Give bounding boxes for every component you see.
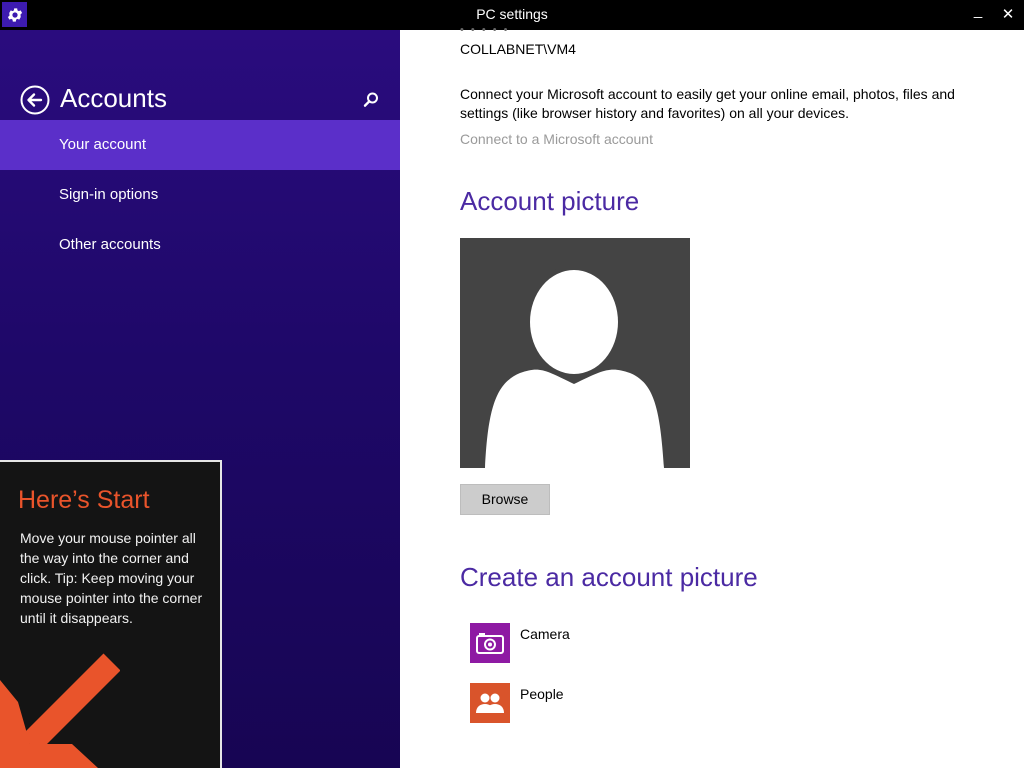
sidebar-title: Accounts [60,83,167,113]
account-dots: • • • • • [460,24,510,36]
account-picture [460,238,690,468]
people-app-label[interactable]: People [520,686,564,702]
sidebar-item-label: Your account [59,136,147,153]
tip-body: Move your mouse pointer all the way into… [20,530,203,626]
people-icon [476,693,504,713]
search-button[interactable] [362,91,380,109]
camera-app-tile[interactable] [470,623,510,663]
sidebar-item-other-accounts[interactable]: Other accounts [0,220,400,270]
title-bar: PC settings _ ✕ [0,0,1024,30]
close-button[interactable]: ✕ [998,4,1018,24]
camera-app-label[interactable]: Camera [520,626,570,642]
minimize-icon: _ [973,1,983,19]
corner-arrow-icon [0,653,120,768]
sidebar-item-sign-in-options[interactable]: Sign-in options [0,170,400,220]
sidebar-item-label: Other accounts [59,236,161,253]
main-content: • • • • • COLLABNET\VM4 Connect your Mic… [400,24,1024,768]
sidebar-item-your-account[interactable]: Your account [0,120,400,170]
back-arrow-icon [20,85,50,115]
minimize-button[interactable]: _ [968,1,988,24]
browse-button[interactable]: Browse [460,484,550,515]
window-title: PC settings [476,6,548,22]
sidebar-item-label: Sign-in options [59,186,159,203]
close-icon: ✕ [1001,6,1015,23]
people-app-tile[interactable] [470,683,510,723]
user-silhouette-icon [485,265,664,468]
tip-title: Here’s Start [18,486,150,514]
connect-microsoft-account-link[interactable]: Connect to a Microsoft account [460,131,653,147]
account-picture-heading: Account picture [460,186,640,216]
account-name: COLLABNET\VM4 [460,41,576,57]
search-icon [363,92,378,107]
account-description: Connect your Microsoft account to easily… [460,86,955,121]
camera-icon [476,633,504,654]
start-tip-panel: Here’s Start Move your mouse pointer all… [0,460,222,768]
create-picture-heading: Create an account picture [460,562,758,592]
back-button[interactable] [20,85,50,115]
